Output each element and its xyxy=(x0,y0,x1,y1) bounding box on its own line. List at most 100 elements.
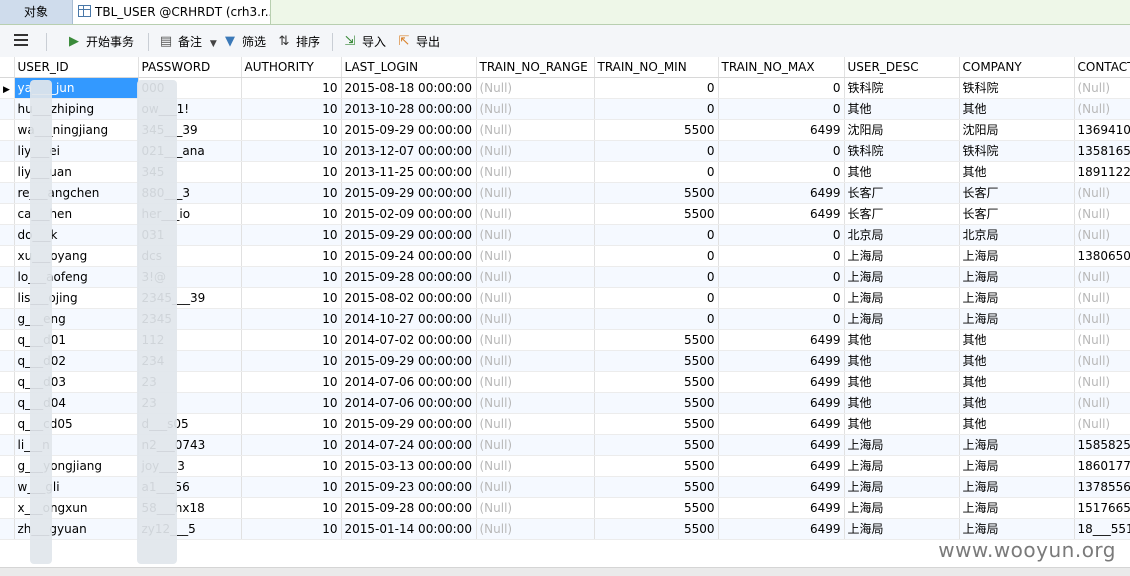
column-header[interactable]: TRAIN_NO_MAX xyxy=(718,57,845,78)
table-cell[interactable]: 10 xyxy=(241,413,342,435)
row-marker[interactable] xyxy=(0,476,15,498)
chevron-down-icon[interactable]: ▼ xyxy=(210,39,217,49)
column-header[interactable]: CONTACT xyxy=(1074,57,1130,78)
table-cell[interactable]: 6499 xyxy=(718,413,845,435)
table-cell[interactable]: (Null) xyxy=(1074,182,1130,204)
table-cell[interactable]: 10 xyxy=(241,266,342,288)
table-cell[interactable]: 0 xyxy=(594,77,719,99)
table-cell[interactable]: (Null) xyxy=(1074,98,1130,120)
table-cell[interactable]: (Null) xyxy=(1074,224,1130,246)
table-cell[interactable]: 铁科院 xyxy=(844,140,960,162)
table-cell[interactable]: (Null) xyxy=(1074,392,1130,414)
table-cell[interactable]: (Null) xyxy=(1074,329,1130,351)
table-cell[interactable]: 长客厂 xyxy=(959,182,1075,204)
table-cell[interactable]: (Null) xyxy=(476,476,595,498)
table-cell[interactable]: 10 xyxy=(241,224,342,246)
table-cell[interactable]: 5500 xyxy=(594,476,719,498)
row-marker[interactable] xyxy=(0,161,15,183)
table-cell[interactable]: 上海局 xyxy=(844,476,960,498)
column-header[interactable]: USER_DESC xyxy=(844,57,960,78)
table-cell[interactable]: 其他 xyxy=(844,371,960,393)
table-cell[interactable]: (Null) xyxy=(1074,287,1130,309)
table-cell[interactable]: 6499 xyxy=(718,182,845,204)
table-cell[interactable]: 其他 xyxy=(844,392,960,414)
table-cell[interactable]: (Null) xyxy=(476,224,595,246)
table-cell[interactable]: (Null) xyxy=(476,287,595,309)
table-cell[interactable]: 2013-10-28 00:00:00 xyxy=(341,98,477,120)
table-cell[interactable]: 2015-03-13 00:00:00 xyxy=(341,455,477,477)
table-cell[interactable]: 6499 xyxy=(718,371,845,393)
table-cell[interactable]: 5500 xyxy=(594,497,719,519)
table-cell[interactable]: 其他 xyxy=(844,98,960,120)
row-marker[interactable] xyxy=(0,371,15,393)
row-marker[interactable] xyxy=(0,392,15,414)
table-cell[interactable]: 其他 xyxy=(959,371,1075,393)
table-cell[interactable]: 2014-07-02 00:00:00 xyxy=(341,329,477,351)
row-marker[interactable] xyxy=(0,245,15,267)
table-cell[interactable]: (Null) xyxy=(476,203,595,225)
table-cell[interactable]: 其他 xyxy=(844,350,960,372)
table-cell[interactable]: (Null) xyxy=(476,392,595,414)
column-header[interactable]: TRAIN_NO_MIN xyxy=(594,57,719,78)
column-header[interactable]: COMPANY xyxy=(959,57,1075,78)
table-cell[interactable]: 其他 xyxy=(959,413,1075,435)
sort-button[interactable]: ⇅ 排序 xyxy=(276,32,320,52)
table-cell[interactable]: (Null) xyxy=(476,182,595,204)
table-cell[interactable]: 2014-07-06 00:00:00 xyxy=(341,392,477,414)
table-cell[interactable]: 其他 xyxy=(844,161,960,183)
table-cell[interactable]: 2014-07-24 00:00:00 xyxy=(341,434,477,456)
row-marker[interactable] xyxy=(0,98,15,120)
table-cell[interactable]: 0 xyxy=(718,98,845,120)
table-cell[interactable]: 2013-12-07 00:00:00 xyxy=(341,140,477,162)
table-cell[interactable]: 5500 xyxy=(594,329,719,351)
table-cell[interactable]: (Null) xyxy=(476,350,595,372)
table-cell[interactable]: 铁科院 xyxy=(959,140,1075,162)
row-marker[interactable] xyxy=(0,140,15,162)
table-cell[interactable]: (Null) xyxy=(1074,371,1130,393)
table-cell[interactable]: 其他 xyxy=(959,161,1075,183)
table-cell[interactable]: 上海局 xyxy=(959,497,1075,519)
table-cell[interactable]: 2015-09-28 00:00:00 xyxy=(341,497,477,519)
table-cell[interactable]: 上海局 xyxy=(959,308,1075,330)
table-cell[interactable]: (Null) xyxy=(476,98,595,120)
table-cell[interactable]: 10 xyxy=(241,518,342,540)
table-cell[interactable]: (Null) xyxy=(476,497,595,519)
tab-objects[interactable]: 对象 xyxy=(0,0,73,24)
row-marker[interactable] xyxy=(0,434,15,456)
table-cell[interactable]: (Null) xyxy=(1074,77,1130,99)
table-cell[interactable]: 0 xyxy=(718,77,845,99)
row-marker[interactable]: ▶ xyxy=(0,77,15,99)
table-cell[interactable]: 长客厂 xyxy=(844,203,960,225)
table-cell[interactable]: 上海局 xyxy=(959,518,1075,540)
filter-button[interactable]: ▼ 筛选 xyxy=(222,32,266,52)
table-cell[interactable]: (Null) xyxy=(476,119,595,141)
table-cell[interactable]: 2015-09-29 00:00:00 xyxy=(341,413,477,435)
row-marker[interactable] xyxy=(0,329,15,351)
table-cell[interactable]: 上海局 xyxy=(959,455,1075,477)
table-cell[interactable]: 0 xyxy=(594,140,719,162)
table-cell[interactable]: 10 xyxy=(241,287,342,309)
table-cell[interactable]: 5500 xyxy=(594,455,719,477)
table-cell[interactable]: 6499 xyxy=(718,392,845,414)
table-cell[interactable]: 5500 xyxy=(594,518,719,540)
row-marker[interactable] xyxy=(0,182,15,204)
table-cell[interactable]: 13694107 xyxy=(1074,119,1130,141)
table-cell[interactable]: 0 xyxy=(594,245,719,267)
table-cell[interactable]: 18___551 xyxy=(1074,518,1130,540)
table-cell[interactable]: 18911228 xyxy=(1074,161,1130,183)
table-cell[interactable]: 5500 xyxy=(594,392,719,414)
table-cell[interactable]: 长客厂 xyxy=(844,182,960,204)
table-cell[interactable]: 6499 xyxy=(718,476,845,498)
table-cell[interactable]: 0 xyxy=(718,287,845,309)
table-cell[interactable]: 上海局 xyxy=(959,266,1075,288)
table-cell[interactable]: 铁科院 xyxy=(844,77,960,99)
row-marker[interactable] xyxy=(0,287,15,309)
table-cell[interactable]: 5500 xyxy=(594,182,719,204)
table-cell[interactable]: (Null) xyxy=(1074,350,1130,372)
table-cell[interactable]: 5500 xyxy=(594,413,719,435)
table-cell[interactable]: 5500 xyxy=(594,350,719,372)
table-cell[interactable]: 10 xyxy=(241,245,342,267)
table-cell[interactable]: 2015-08-02 00:00:00 xyxy=(341,287,477,309)
table-cell[interactable]: 其他 xyxy=(959,98,1075,120)
table-cell[interactable]: 0 xyxy=(718,224,845,246)
